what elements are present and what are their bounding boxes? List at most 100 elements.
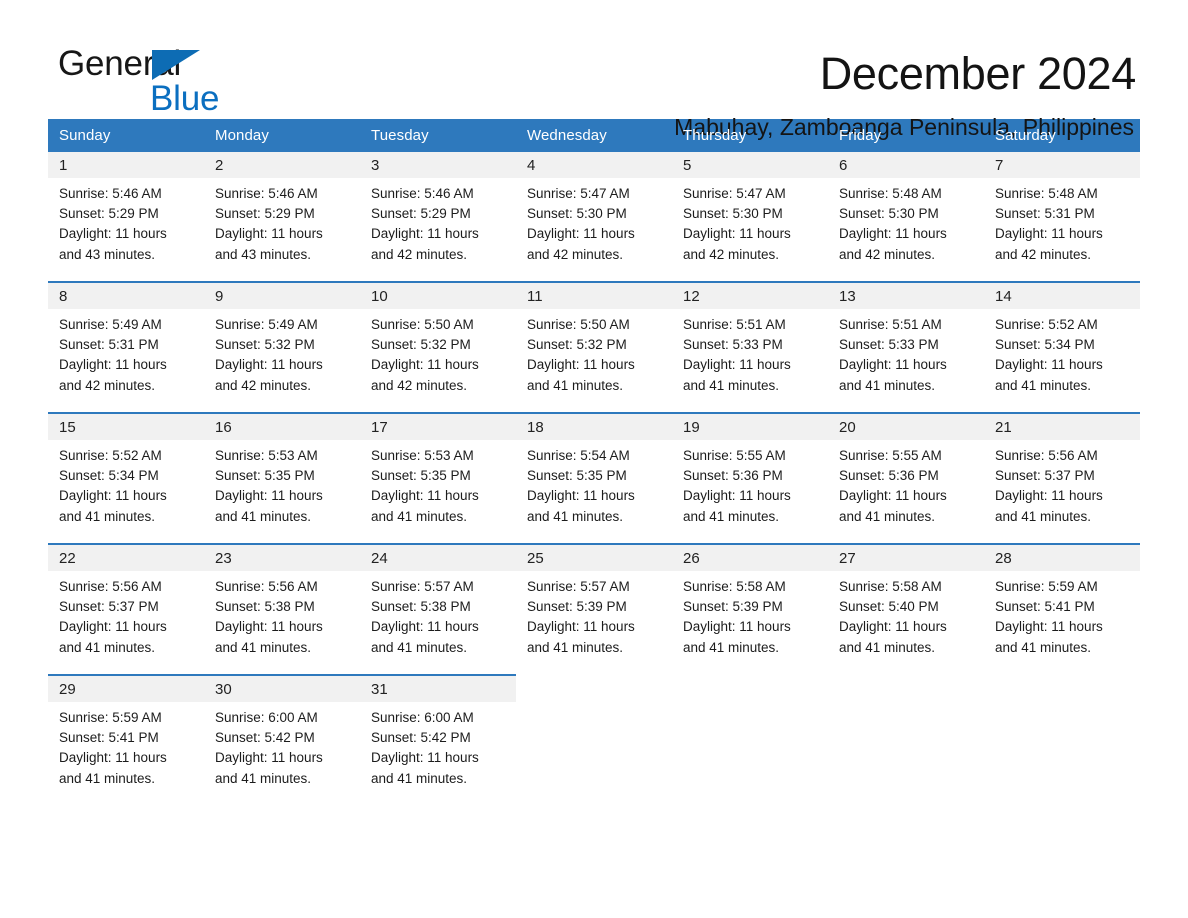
day-number[interactable]: 11 [516,281,672,309]
day-number[interactable]: 4 [516,152,672,178]
daylight-text-1: Daylight: 11 hours [59,226,167,242]
sunset-text: Sunset: 5:37 PM [995,468,1095,484]
day-cell[interactable]: Sunrise: 5:47 AM Sunset: 5:30 PM Dayligh… [672,178,828,282]
daylight-text-2: and 41 minutes. [683,377,780,393]
day-cell[interactable]: Sunrise: 5:51 AM Sunset: 5:33 PM Dayligh… [828,309,984,413]
day-number[interactable]: 17 [360,412,516,440]
day-number[interactable]: 18 [516,412,672,440]
day-cell[interactable]: Sunrise: 6:00 AM Sunset: 5:42 PM Dayligh… [360,702,516,806]
daylight-text-1: Daylight: 11 hours [371,226,479,242]
day-cell[interactable]: Sunrise: 5:46 AM Sunset: 5:29 PM Dayligh… [48,178,204,282]
day-number[interactable]: 16 [204,412,360,440]
daylight-text-2: and 42 minutes. [371,377,468,393]
day-cell[interactable]: Sunrise: 6:00 AM Sunset: 5:42 PM Dayligh… [204,702,360,806]
day-cell[interactable]: Sunrise: 5:56 AM Sunset: 5:37 PM Dayligh… [48,571,204,675]
daylight-text-2: and 41 minutes. [371,770,468,786]
sunset-text: Sunset: 5:32 PM [215,337,315,353]
day-number[interactable]: 23 [204,543,360,571]
day-cell[interactable]: Sunrise: 5:49 AM Sunset: 5:31 PM Dayligh… [48,309,204,413]
day-number[interactable]: 15 [48,412,204,440]
day-number[interactable]: 7 [984,152,1140,178]
day-number[interactable]: 28 [984,543,1140,571]
day-cell[interactable]: Sunrise: 5:53 AM Sunset: 5:35 PM Dayligh… [360,440,516,544]
day-cell[interactable]: Sunrise: 5:54 AM Sunset: 5:35 PM Dayligh… [516,440,672,544]
day-number[interactable]: 1 [48,152,204,178]
day-number[interactable]: 22 [48,543,204,571]
day-cell[interactable]: Sunrise: 5:46 AM Sunset: 5:29 PM Dayligh… [360,178,516,282]
daylight-text-1: Daylight: 11 hours [683,619,791,635]
day-cell-empty [672,702,828,806]
day-cell[interactable]: Sunrise: 5:52 AM Sunset: 5:34 PM Dayligh… [984,309,1140,413]
sunrise-text: Sunrise: 5:52 AM [995,317,1098,332]
daylight-text-1: Daylight: 11 hours [995,226,1103,242]
day-number[interactable]: 14 [984,281,1140,309]
sunset-text: Sunset: 5:30 PM [527,206,627,222]
day-number[interactable]: 21 [984,412,1140,440]
daylight-text-2: and 41 minutes. [839,508,936,524]
sunset-text: Sunset: 5:42 PM [371,730,471,746]
sunrise-text: Sunrise: 5:51 AM [683,317,786,332]
week-2-daynum-row: 8 9 10 11 12 13 14 [48,281,1140,309]
day-number[interactable]: 8 [48,281,204,309]
day-number[interactable]: 12 [672,281,828,309]
day-cell[interactable]: Sunrise: 5:58 AM Sunset: 5:39 PM Dayligh… [672,571,828,675]
day-cell[interactable]: Sunrise: 5:47 AM Sunset: 5:30 PM Dayligh… [516,178,672,282]
day-cell[interactable]: Sunrise: 5:51 AM Sunset: 5:33 PM Dayligh… [672,309,828,413]
day-cell[interactable]: Sunrise: 5:59 AM Sunset: 5:41 PM Dayligh… [48,702,204,806]
day-cell[interactable]: Sunrise: 5:55 AM Sunset: 5:36 PM Dayligh… [672,440,828,544]
general-blue-logo[interactable]: General Blue [58,46,248,124]
day-number[interactable]: 29 [48,674,204,702]
day-cell[interactable]: Sunrise: 5:46 AM Sunset: 5:29 PM Dayligh… [204,178,360,282]
sunrise-text: Sunrise: 5:57 AM [371,579,474,594]
day-cell[interactable]: Sunrise: 5:57 AM Sunset: 5:38 PM Dayligh… [360,571,516,675]
day-cell[interactable]: Sunrise: 5:58 AM Sunset: 5:40 PM Dayligh… [828,571,984,675]
day-cell[interactable]: Sunrise: 5:48 AM Sunset: 5:31 PM Dayligh… [984,178,1140,282]
daylight-text-1: Daylight: 11 hours [527,619,635,635]
day-cell[interactable]: Sunrise: 5:55 AM Sunset: 5:36 PM Dayligh… [828,440,984,544]
daylight-text-2: and 41 minutes. [995,639,1092,655]
day-number[interactable]: 19 [672,412,828,440]
daylight-text-2: and 41 minutes. [527,377,624,393]
sunset-text: Sunset: 5:34 PM [995,337,1095,353]
day-cell-empty [516,702,672,806]
day-number[interactable]: 3 [360,152,516,178]
day-cell[interactable]: Sunrise: 5:48 AM Sunset: 5:30 PM Dayligh… [828,178,984,282]
day-number[interactable]: 25 [516,543,672,571]
daylight-text-2: and 41 minutes. [371,639,468,655]
day-number[interactable]: 5 [672,152,828,178]
day-cell[interactable]: Sunrise: 5:49 AM Sunset: 5:32 PM Dayligh… [204,309,360,413]
day-cell[interactable]: Sunrise: 5:59 AM Sunset: 5:41 PM Dayligh… [984,571,1140,675]
daylight-text-2: and 41 minutes. [59,508,156,524]
day-number[interactable]: 13 [828,281,984,309]
day-number[interactable]: 20 [828,412,984,440]
sunrise-text: Sunrise: 5:49 AM [59,317,162,332]
calendar-body: 1 2 3 4 5 6 7 Sunrise: 5:46 AM Sunset: 5… [48,152,1140,806]
week-4-info-row: Sunrise: 5:56 AM Sunset: 5:37 PM Dayligh… [48,571,1140,675]
day-number[interactable]: 9 [204,281,360,309]
day-cell[interactable]: Sunrise: 5:50 AM Sunset: 5:32 PM Dayligh… [516,309,672,413]
day-number[interactable]: 24 [360,543,516,571]
sunset-text: Sunset: 5:38 PM [371,599,471,615]
week-1-daynum-row: 1 2 3 4 5 6 7 [48,152,1140,178]
sunset-text: Sunset: 5:32 PM [527,337,627,353]
day-number[interactable]: 10 [360,281,516,309]
daylight-text-2: and 41 minutes. [995,377,1092,393]
day-cell[interactable]: Sunrise: 5:52 AM Sunset: 5:34 PM Dayligh… [48,440,204,544]
day-cell[interactable]: Sunrise: 5:56 AM Sunset: 5:37 PM Dayligh… [984,440,1140,544]
day-number[interactable]: 30 [204,674,360,702]
day-cell[interactable]: Sunrise: 5:50 AM Sunset: 5:32 PM Dayligh… [360,309,516,413]
day-cell[interactable]: Sunrise: 5:56 AM Sunset: 5:38 PM Dayligh… [204,571,360,675]
sunrise-text: Sunrise: 5:50 AM [371,317,474,332]
day-cell[interactable]: Sunrise: 5:53 AM Sunset: 5:35 PM Dayligh… [204,440,360,544]
day-number[interactable]: 6 [828,152,984,178]
day-number[interactable]: 27 [828,543,984,571]
day-number[interactable]: 31 [360,674,516,702]
sunrise-text: Sunrise: 5:56 AM [59,579,162,594]
day-cell[interactable]: Sunrise: 5:57 AM Sunset: 5:39 PM Dayligh… [516,571,672,675]
daylight-text-1: Daylight: 11 hours [995,619,1103,635]
week-4-daynum-row: 22 23 24 25 26 27 28 [48,543,1140,571]
daylight-text-2: and 41 minutes. [215,770,312,786]
day-number[interactable]: 26 [672,543,828,571]
daylight-text-2: and 41 minutes. [215,508,312,524]
day-number[interactable]: 2 [204,152,360,178]
